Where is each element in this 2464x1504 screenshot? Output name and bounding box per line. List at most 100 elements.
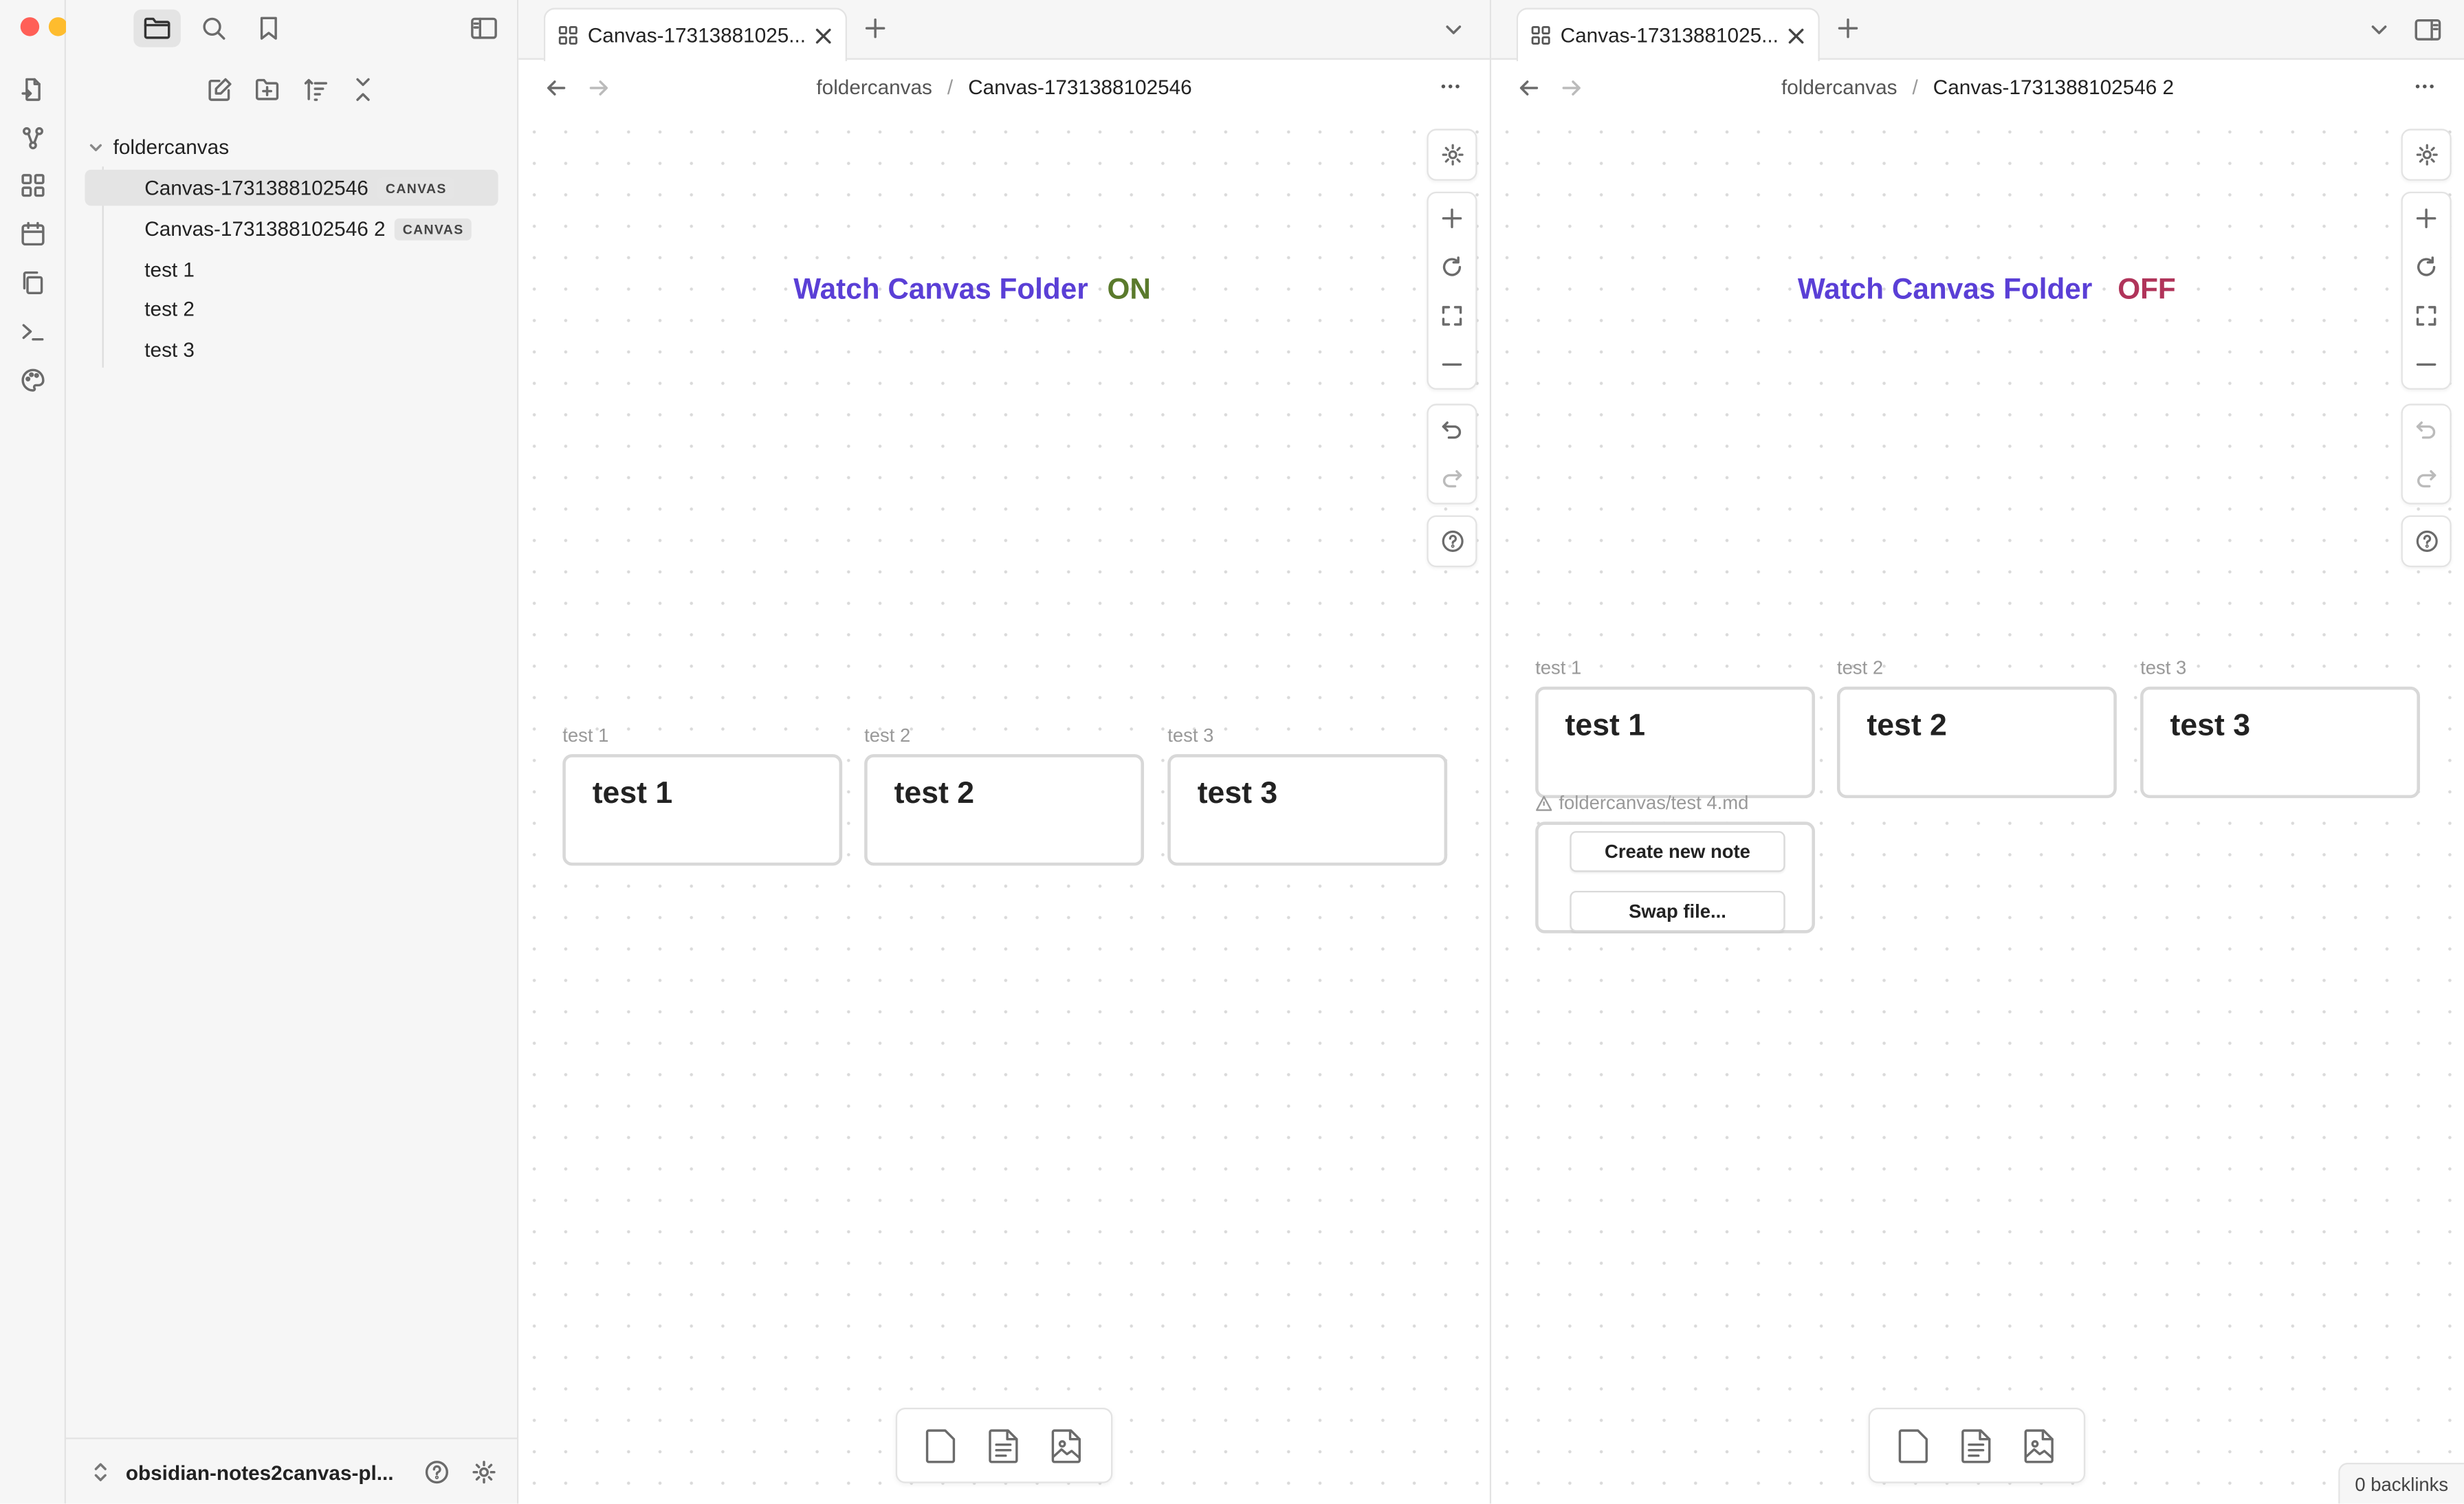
canvas-node-test-2[interactable]: test 2 [864, 754, 1144, 866]
swap-file-button[interactable]: Swap file... [1570, 890, 1785, 932]
settings-gear-icon[interactable] [472, 1459, 497, 1485]
new-folder-icon[interactable] [243, 71, 291, 109]
command-palette-icon[interactable] [17, 316, 49, 347]
graph-view-icon[interactable] [17, 122, 49, 154]
folder-foldercanvas[interactable]: foldercanvas [88, 129, 498, 165]
canvas-area[interactable]: Watch Canvas Folder ON test 1 test 1 tes… [518, 116, 1490, 1504]
add-card-icon[interactable] [921, 1425, 961, 1466]
close-tab-icon[interactable] [814, 26, 833, 45]
canvas-history-toolbar [1427, 403, 1477, 505]
breadcrumb-folder[interactable]: foldercanvas [816, 76, 932, 99]
canvas-help-icon[interactable] [1429, 517, 1476, 566]
undo-icon[interactable] [1429, 406, 1476, 454]
add-card-icon[interactable] [1893, 1425, 1934, 1466]
file-test-1[interactable]: test 1 [85, 252, 498, 288]
missing-file-label: foldercanvas/test 4.md [1535, 792, 1748, 814]
folder-label: foldercanvas [113, 135, 230, 159]
help-icon[interactable] [424, 1459, 450, 1485]
breadcrumb: foldercanvas / Canvas-1731388102546 [518, 76, 1490, 99]
zoom-in-icon[interactable] [1429, 193, 1476, 242]
missing-file-node[interactable]: Create new note Swap file... [1535, 821, 1815, 933]
add-note-from-vault-icon[interactable] [984, 1425, 1024, 1466]
redo-icon[interactable] [1429, 454, 1476, 503]
canvas-area[interactable]: Watch Canvas Folder OFF test 1 test 1 te… [1491, 116, 2464, 1504]
canvas-node-test-3[interactable]: test 3 [2140, 686, 2420, 799]
toggle-sidebar-icon[interactable] [461, 10, 508, 47]
canvas-settings-gear-icon[interactable] [2403, 131, 2450, 179]
view-header: foldercanvas / Canvas-1731388102546 2 [1491, 60, 2464, 116]
open-quick-switcher-icon[interactable] [17, 74, 49, 105]
right-canvas-pane: Canvas-17313881025... foldercanvas / Can… [1491, 0, 2464, 1504]
file-label: Canvas-1731388102546 2 [144, 217, 386, 241]
zoom-to-fit-icon[interactable] [1429, 291, 1476, 340]
canvas-node-test-1[interactable]: test 1 [1535, 686, 1815, 799]
files-tab-folder-icon[interactable] [133, 9, 181, 47]
status-bar-backlinks[interactable]: 0 backlinks [2338, 1462, 2464, 1504]
tab-list-chevron-icon[interactable] [2368, 19, 2390, 41]
breadcrumb-file[interactable]: Canvas-1731388102546 2 [1933, 76, 2174, 99]
add-note-from-vault-icon[interactable] [1957, 1425, 1997, 1466]
file-canvas-1[interactable]: Canvas-1731388102546 CANVAS [85, 169, 498, 206]
palette-icon[interactable] [17, 364, 49, 396]
zoom-to-fit-icon[interactable] [2403, 291, 2450, 340]
file-label: test 3 [144, 338, 195, 362]
tab-list-chevron-icon[interactable] [1442, 19, 1464, 41]
zoom-out-icon[interactable] [1429, 340, 1476, 388]
tab-bar: Canvas-17313881025... [1491, 0, 2464, 62]
canvas-grid-icon[interactable] [17, 170, 49, 201]
more-options-icon[interactable] [1440, 76, 1462, 98]
file-test-3[interactable]: test 3 [85, 331, 498, 368]
create-new-note-button[interactable]: Create new note [1570, 831, 1785, 872]
redo-icon[interactable] [2403, 454, 2450, 503]
canvas-bottom-toolbar [895, 1407, 1113, 1483]
watch-state: ON [1107, 272, 1151, 305]
templates-icon[interactable] [17, 267, 49, 299]
reset-zoom-icon[interactable] [1429, 242, 1476, 291]
watch-label: Watch Canvas Folder [1797, 272, 2093, 305]
file-test-2[interactable]: test 2 [85, 291, 498, 327]
tab-canvas[interactable]: Canvas-17313881025... [543, 8, 847, 62]
new-tab-icon[interactable] [864, 17, 886, 39]
vault-switcher-icon[interactable] [91, 1459, 110, 1485]
collapse-all-icon[interactable] [340, 71, 387, 109]
undo-icon[interactable] [2403, 406, 2450, 454]
zoom-out-icon[interactable] [2403, 340, 2450, 388]
reset-zoom-icon[interactable] [2403, 242, 2450, 291]
add-media-icon[interactable] [1046, 1425, 1087, 1466]
search-icon[interactable] [190, 10, 238, 47]
node-label: test 1 [562, 724, 609, 747]
file-label: test 2 [144, 296, 195, 321]
canvas-zoom-toolbar [2401, 191, 2452, 390]
close-window-button[interactable] [20, 17, 40, 36]
add-media-icon[interactable] [2019, 1425, 2060, 1466]
watch-canvas-folder-heading[interactable]: Watch Canvas Folder ON [793, 272, 1151, 306]
zoom-in-icon[interactable] [2403, 193, 2450, 242]
calendar-icon[interactable] [17, 219, 49, 250]
canvas-settings-toolbar [1427, 129, 1477, 181]
sort-order-icon[interactable] [292, 71, 340, 109]
more-options-icon[interactable] [2414, 76, 2436, 98]
breadcrumb-folder[interactable]: foldercanvas [1781, 76, 1897, 99]
vault-name[interactable]: obsidian-notes2canvas-pl... [126, 1461, 394, 1485]
canvas-help-icon[interactable] [2403, 517, 2450, 566]
minimize-window-button[interactable] [48, 17, 68, 36]
node-label: test 3 [2140, 656, 2187, 679]
missing-file-path: foldercanvas/test 4.md [1559, 791, 1749, 814]
new-note-icon[interactable] [197, 71, 244, 109]
breadcrumb-separator: / [947, 75, 954, 99]
close-tab-icon[interactable] [1787, 26, 1805, 45]
new-tab-icon[interactable] [1837, 17, 1859, 39]
canvas-zoom-toolbar [1427, 191, 1477, 390]
canvas-node-test-3[interactable]: test 3 [1167, 754, 1448, 866]
tab-canvas[interactable]: Canvas-17313881025... [1516, 8, 1820, 62]
bookmark-icon[interactable] [245, 10, 293, 47]
file-canvas-2[interactable]: Canvas-1731388102546 2 CANVAS [85, 210, 498, 247]
canvas-settings-gear-icon[interactable] [1429, 131, 1476, 179]
toggle-right-sidebar-icon[interactable] [2414, 17, 2442, 43]
watch-canvas-folder-heading[interactable]: Watch Canvas Folder OFF [1798, 272, 2176, 306]
canvas-help-toolbar [1427, 515, 1477, 568]
canvas-node-test-2[interactable]: test 2 [1836, 686, 2117, 799]
node-label: test 1 [1535, 656, 1582, 679]
breadcrumb-file[interactable]: Canvas-1731388102546 [968, 76, 1191, 99]
canvas-node-test-1[interactable]: test 1 [562, 754, 843, 866]
